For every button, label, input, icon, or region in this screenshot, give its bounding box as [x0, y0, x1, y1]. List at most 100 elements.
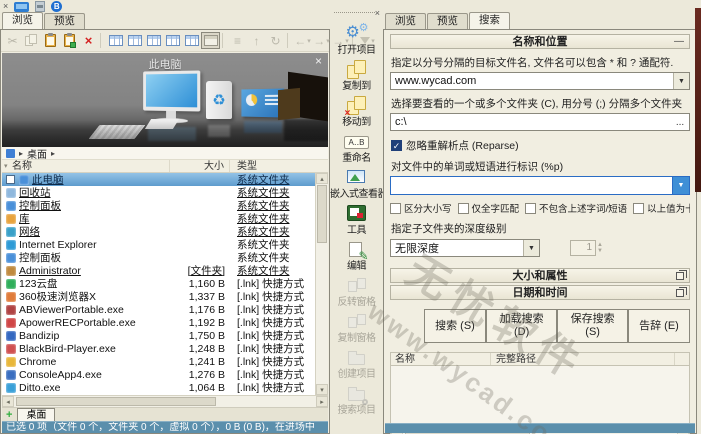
view-small-icons-icon[interactable] [144, 32, 163, 49]
right-tab-2[interactable]: 搜索 [469, 12, 510, 29]
file-row[interactable]: 控制面板 系统文件夹 [2, 251, 315, 264]
panel-button-rename[interactable]: A‥B 重命名 [330, 131, 383, 165]
depth-combobox[interactable]: 无限深度 ▼ [390, 239, 540, 257]
file-row[interactable]: ConsoleApp4.exe 1,276 B [.lnk] 快捷方式 [2, 368, 315, 381]
file-row[interactable]: 此电脑 系统文件夹 [2, 173, 315, 186]
checkbox[interactable] [633, 202, 645, 214]
panel-button-move-to[interactable]: × 移动到 [330, 95, 383, 129]
close-button[interactable]: 告辞 (E) [628, 309, 690, 343]
file-row[interactable]: 回收站 系统文件夹 [2, 186, 315, 199]
column-header-type[interactable]: 类型 [230, 160, 328, 172]
search-button[interactable]: 搜索 (S) [424, 309, 486, 343]
checkbox[interactable] [390, 202, 401, 214]
file-row[interactable]: 123云盘 1,160 B [.lnk] 快捷方式 [2, 277, 315, 290]
file-row[interactable]: 控制面板 系统文件夹 [2, 199, 315, 212]
option-2[interactable]: 不包含上述字词/短语 [525, 201, 627, 215]
view-icons-icon[interactable] [163, 32, 182, 49]
spinner-arrows-icon[interactable]: ▲ ▼ [597, 242, 603, 254]
cut-icon[interactable]: ✂ [3, 32, 22, 49]
storage-icon[interactable] [35, 1, 46, 12]
section-size-attributes[interactable]: 大小和属性 [390, 268, 690, 283]
horizontal-scrollbar[interactable]: ◂ ▸ [2, 395, 328, 407]
breadcrumb-root-icon[interactable] [6, 148, 15, 158]
hscrollbar-thumb[interactable] [16, 397, 216, 406]
restore-section-icon[interactable] [676, 287, 687, 297]
left-tab-1[interactable]: 预览 [44, 13, 85, 29]
vertical-scrollbar[interactable]: ▴ ▾ [315, 173, 328, 395]
option-3[interactable]: 以上值为十六进制 [633, 201, 690, 215]
results-column-name[interactable]: 名称 [391, 353, 491, 365]
panel-button-create-item[interactable]: 创建项目 [330, 347, 383, 381]
filename-combobox[interactable]: www.wycad.com ▼ [390, 72, 690, 90]
results-column-path[interactable]: 完整路径 [491, 353, 675, 365]
bluetooth-icon[interactable]: B [51, 1, 63, 12]
file-row[interactable]: Bandizip 1,750 B [.lnk] 快捷方式 [2, 329, 315, 342]
file-row[interactable]: 网络 系统文件夹 [2, 225, 315, 238]
filename-value[interactable]: www.wycad.com [391, 75, 673, 87]
scroll-up-icon[interactable]: ▴ [316, 173, 328, 184]
row-checkbox[interactable] [6, 175, 15, 184]
column-header-name[interactable]: 名称 [2, 160, 170, 173]
right-tab-0[interactable]: 浏览 [385, 13, 426, 29]
add-tab-button[interactable]: + [6, 410, 12, 421]
file-row[interactable]: ABViewerPortable.exe 1,176 B [.lnk] 快捷方式 [2, 303, 315, 316]
section-name-location[interactable]: 名称和位置 — [390, 34, 690, 49]
left-tab-0[interactable]: 浏览 [2, 12, 43, 29]
chevron-down-icon[interactable]: ▼ [523, 240, 539, 256]
file-row[interactable]: Administrator [文件夹] 系统文件夹 [2, 264, 315, 277]
chevron-down-icon[interactable]: ▼ [672, 177, 689, 194]
copy-icon[interactable] [22, 32, 41, 49]
file-row[interactable]: Internet Explorer 系统文件夹 [2, 238, 315, 251]
checkbox[interactable] [457, 202, 469, 214]
phrase-combobox[interactable]: ▼ [390, 176, 690, 195]
panel-button-tools[interactable]: 工具 [330, 203, 383, 237]
command-bar-close-icon[interactable]: × [375, 8, 380, 18]
view-details-icon[interactable] [106, 32, 125, 49]
restore-section-icon[interactable] [676, 270, 687, 280]
forward-icon[interactable]: → ▾ [312, 32, 331, 49]
monitor-icon[interactable] [14, 1, 30, 12]
delete-icon[interactable]: × [79, 32, 98, 49]
preview-close-icon[interactable]: × [315, 54, 322, 68]
option-0[interactable]: 区分大小写 [390, 201, 452, 215]
sync-panes-icon[interactable]: ≡ [228, 32, 247, 49]
view-thumbnails-icon[interactable] [182, 32, 201, 49]
checkbox[interactable] [525, 202, 537, 214]
paste-special-icon[interactable] [60, 32, 79, 49]
section-date-time[interactable]: 日期和时间 [390, 285, 690, 300]
file-row[interactable]: 360极速浏览器X 1,337 B [.lnk] 快捷方式 [2, 290, 315, 303]
scroll-down-icon[interactable]: ▾ [316, 384, 328, 395]
breadcrumb-segment[interactable]: 桌面 [27, 146, 47, 161]
browse-button[interactable]: ... [671, 114, 689, 130]
depth-spinner[interactable]: 1 ▲ ▼ [570, 240, 603, 256]
up-folder-icon[interactable]: ↑ [247, 32, 266, 49]
option-1[interactable]: 仅全字匹配 [457, 201, 519, 215]
view-list-icon[interactable] [125, 32, 144, 49]
depth-value[interactable]: 无限深度 [391, 240, 523, 256]
file-row[interactable]: ApowerRECPortable.exe 1,192 B [.lnk] 快捷方式 [2, 316, 315, 329]
panel-button-copy-pane[interactable]: 复制窗格 [330, 311, 383, 345]
file-row[interactable]: Chrome 1,241 B [.lnk] 快捷方式 [2, 355, 315, 368]
panel-button-gears[interactable]: ⚙ ⚙ 打开项目 [330, 23, 383, 57]
mini-close-icon[interactable]: × [3, 2, 8, 11]
scroll-left-icon[interactable]: ◂ [2, 396, 14, 407]
collapse-icon[interactable]: — [674, 35, 684, 49]
load-search-button[interactable]: 加载搜索 (D) [486, 309, 558, 343]
file-row[interactable]: Ditto.exe 1,064 B [.lnk] 快捷方式 [2, 381, 315, 394]
refresh-icon[interactable]: ↻ [266, 32, 285, 49]
scrollbar-thumb[interactable] [317, 185, 327, 243]
folders-input[interactable]: c:\ ... [390, 113, 690, 131]
file-row[interactable]: BlackBird-Player.exe 1,248 B [.lnk] 快捷方式 [2, 342, 315, 355]
chevron-down-icon[interactable]: ▼ [673, 73, 689, 89]
panel-button-copy-to[interactable]: 复制到 [330, 59, 383, 93]
folders-value[interactable]: c:\ [391, 116, 671, 128]
view-current-icon[interactable] [201, 32, 220, 49]
panel-button-swap-panes[interactable]: 反转窗格 [330, 275, 383, 309]
scroll-right-icon[interactable]: ▸ [316, 396, 328, 407]
right-tab-1[interactable]: 预览 [427, 13, 468, 29]
column-header-size[interactable]: 大小 [170, 160, 230, 172]
reparse-option[interactable]: ✓ 忽略重解析点 (Reparse) [391, 138, 689, 153]
drag-handle[interactable] [334, 12, 375, 15]
file-row[interactable]: 库 系统文件夹 [2, 212, 315, 225]
save-search-button[interactable]: 保存搜索 (S) [557, 309, 628, 343]
